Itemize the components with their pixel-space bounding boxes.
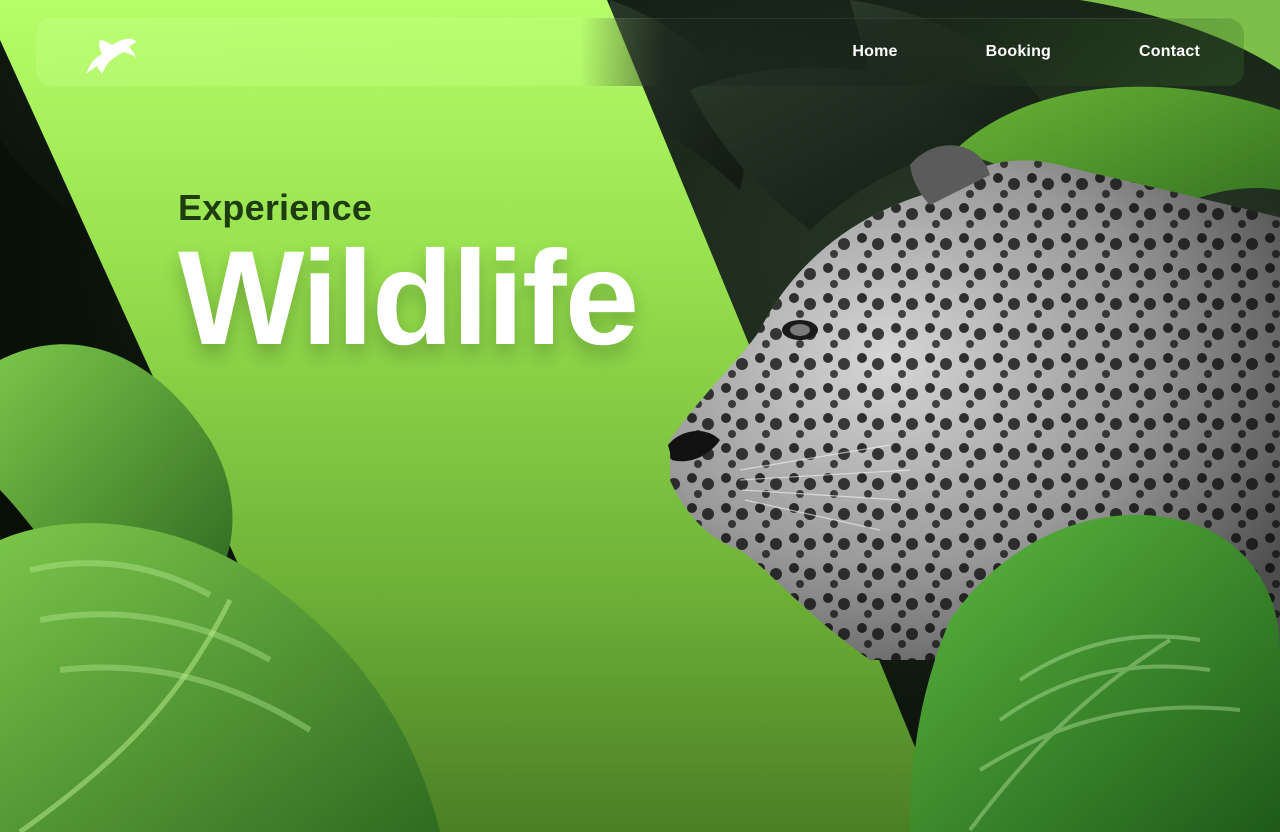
nav-links: Home Booking Contact: [852, 18, 1200, 86]
hero-stage: Home Booking Contact Experience Wildlife: [0, 0, 1280, 832]
top-navigation: Home Booking Contact: [36, 18, 1244, 86]
hero-kicker: Experience: [178, 187, 373, 228]
puma-logo-icon-svg: [86, 38, 137, 74]
puma-logo-icon[interactable]: [80, 30, 138, 76]
nav-contact-link[interactable]: Contact: [1139, 43, 1200, 61]
monstera-leaf-left-image: [0, 344, 440, 832]
hero-text: Experience Wildlife: [178, 187, 639, 373]
nav-home-link[interactable]: Home: [852, 43, 897, 61]
nav-booking-link[interactable]: Booking: [986, 43, 1051, 61]
hero-title: Wildlife: [178, 224, 639, 373]
monstera-leaf-right-image: [910, 514, 1280, 832]
